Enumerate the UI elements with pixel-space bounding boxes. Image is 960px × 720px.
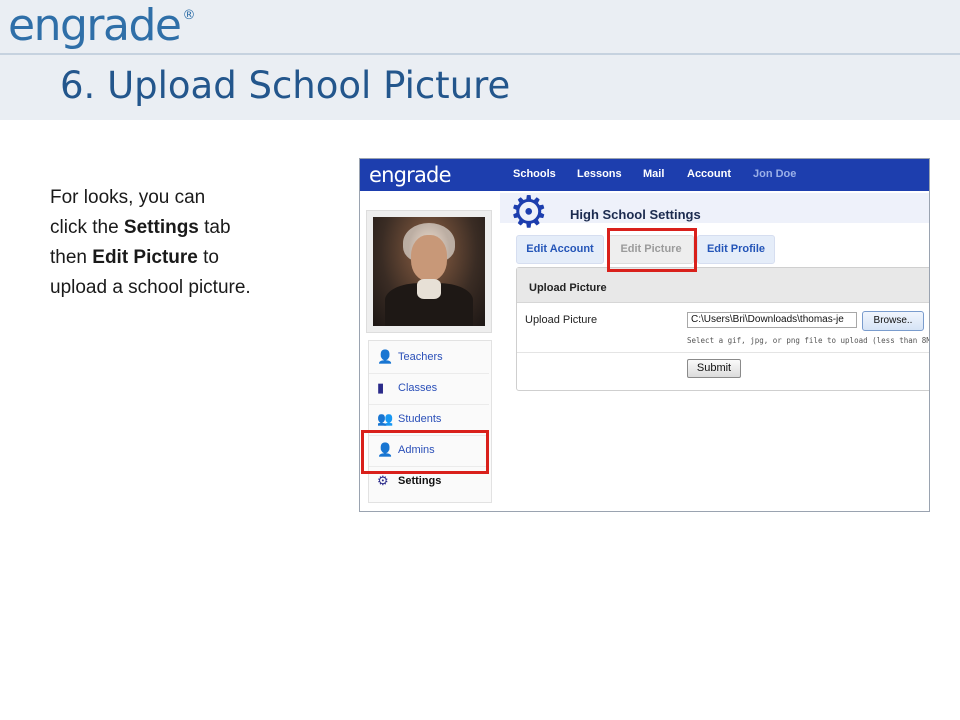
edit-picture-emphasis: Edit Picture [92, 247, 198, 268]
gear-icon: ⚙ [509, 188, 549, 237]
tab-edit-account[interactable]: Edit Account [516, 235, 604, 264]
header-divider [0, 53, 960, 55]
instructions-text-part: then [50, 247, 93, 268]
settings-title: High School Settings [570, 207, 701, 222]
highlight-edit-picture [607, 228, 697, 272]
tab-edit-profile[interactable]: Edit Profile [697, 235, 775, 264]
portrait-collar [417, 279, 441, 299]
book-icon: ▮ [377, 380, 385, 395]
person-icon: 👤 [377, 349, 394, 364]
panel-header: Upload Picture [517, 268, 929, 303]
instructions-text-part: click the [50, 217, 124, 238]
sidebar: 👤 Teachers ▮ Classes 👥 Students 👤 Admins… [368, 340, 492, 503]
file-path-input[interactable]: C:\Users\Bri\Downloads\thomas-je [687, 312, 857, 328]
sidebar-item-label: Students [398, 413, 442, 425]
instructions-line-1: For looks, you can [50, 187, 206, 208]
people-icon: 👥 [377, 411, 394, 426]
portrait-face [411, 235, 447, 281]
instructions-line-4: upload a school picture. [50, 277, 251, 298]
instructions-text: For looks, you can click the Settings ta… [50, 183, 330, 303]
school-picture-frame [366, 210, 492, 333]
browse-button[interactable]: Browse.. [862, 311, 924, 331]
nav-lessons[interactable]: Lessons [577, 159, 622, 189]
panel-title: Upload Picture [529, 282, 607, 294]
instructions-line-3: then Edit Picture to [50, 243, 330, 273]
sidebar-item-classes[interactable]: ▮ Classes [369, 374, 489, 405]
sidebar-item-label: Settings [398, 475, 442, 487]
instructions-text-part: tab [198, 217, 231, 238]
submit-button[interactable]: Submit [687, 359, 741, 378]
nav-account[interactable]: Account [687, 159, 731, 189]
sidebar-item-teachers[interactable]: 👤 Teachers [369, 343, 489, 374]
row-divider [517, 352, 929, 353]
instructions-line-2: click the Settings tab [50, 213, 330, 243]
top-nav-bar: engrade Schools Lessons Mail Account Jon… [360, 159, 929, 191]
instructions-text-part: to [197, 247, 219, 268]
engrade-logo: engrade ® [8, 0, 195, 51]
nav-mail[interactable]: Mail [643, 159, 664, 189]
nav-logo[interactable]: engrade [369, 159, 452, 191]
upload-picture-panel: Upload Picture Upload Picture C:\Users\B… [516, 267, 930, 391]
app-screenshot: engrade Schools Lessons Mail Account Jon… [359, 158, 930, 512]
nav-user-name[interactable]: Jon Doe [753, 159, 796, 189]
file-type-hint: Select a gif, jpg, or png file to upload… [687, 336, 930, 345]
brand-text: engrade [8, 0, 182, 51]
highlight-admins [361, 430, 489, 474]
nav-schools[interactable]: Schools [513, 159, 556, 189]
sidebar-item-label: Classes [398, 382, 438, 394]
registered-mark: ® [182, 8, 195, 23]
settings-emphasis: Settings [123, 217, 199, 238]
gear-icon: ⚙ [377, 473, 389, 488]
school-picture [373, 217, 485, 326]
upload-picture-label: Upload Picture [525, 314, 598, 326]
settings-header-bg [500, 193, 929, 223]
sidebar-item-label: Teachers [398, 351, 443, 363]
slide-title: 6. Upload School Picture [60, 64, 511, 107]
